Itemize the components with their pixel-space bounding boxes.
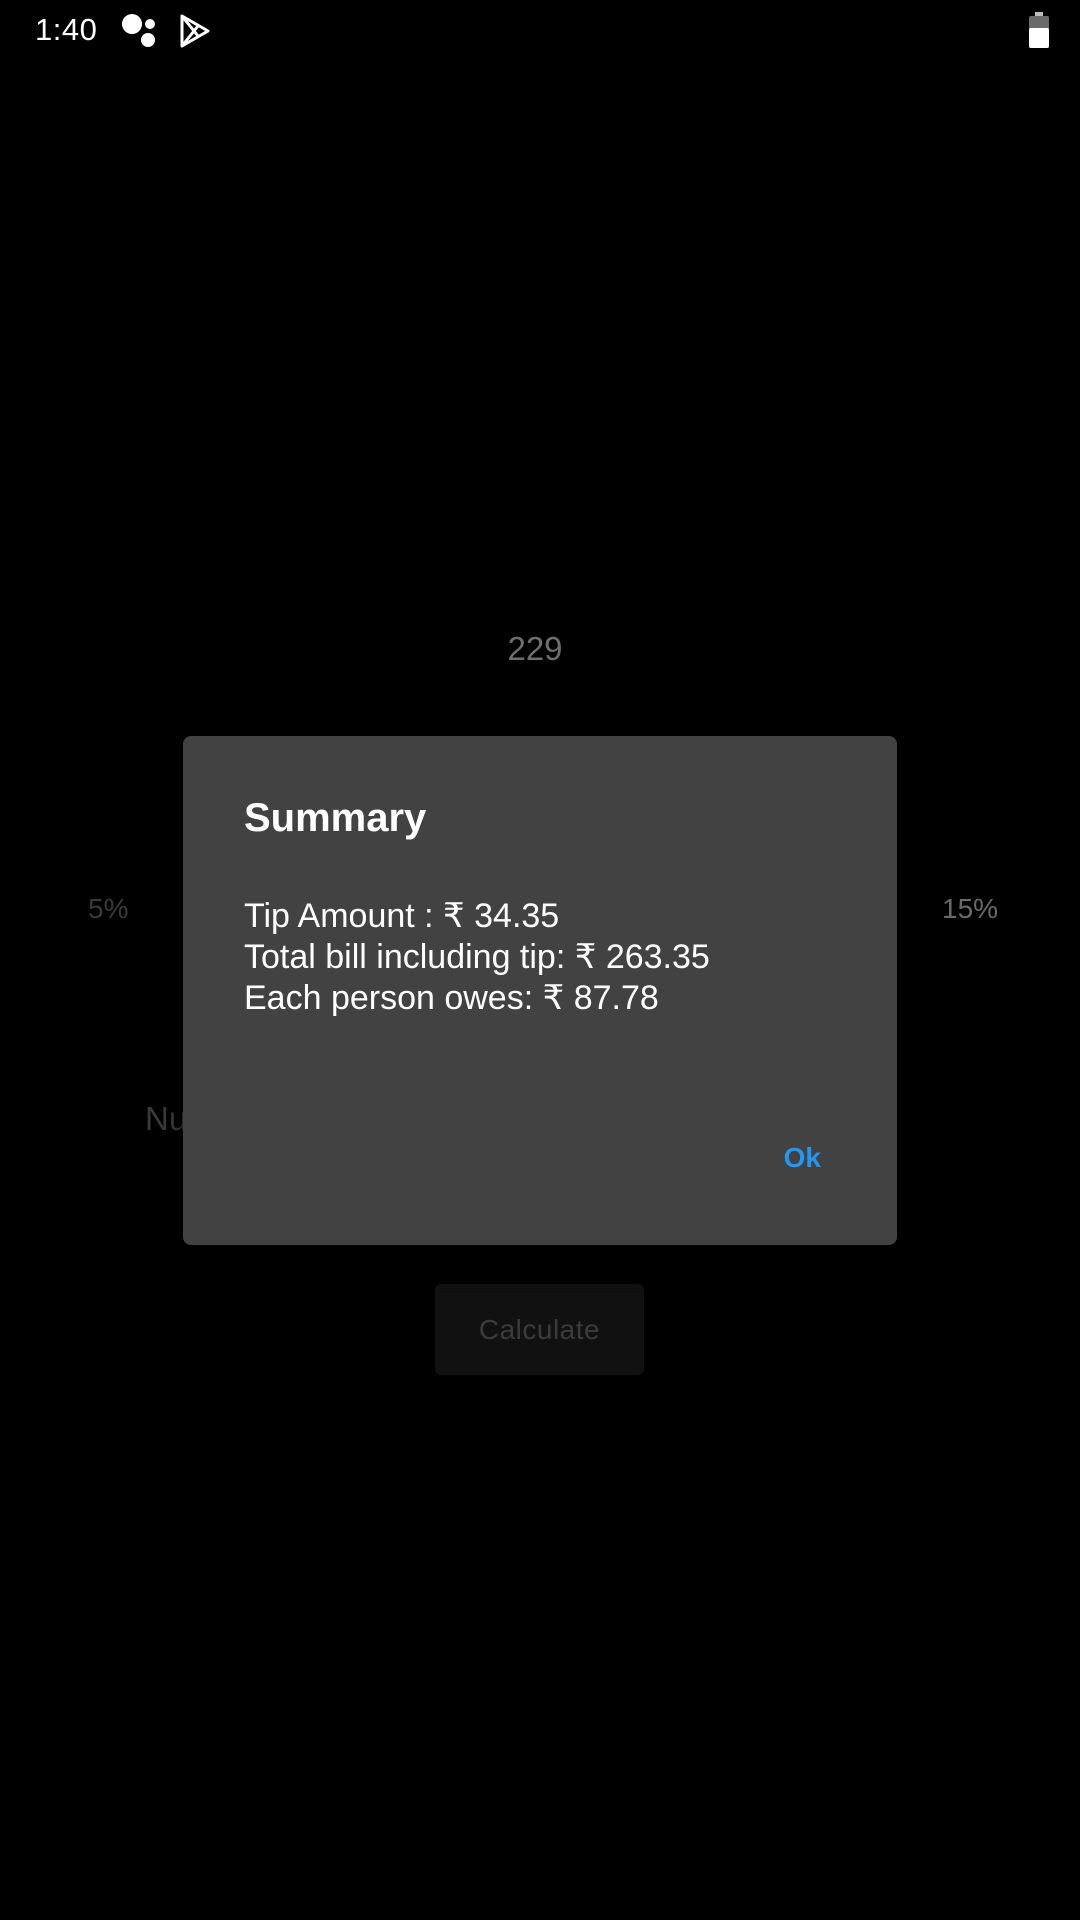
assistant-icon — [122, 14, 155, 47]
tip-amount-text: Tip Amount : ₹ 34.35 — [244, 897, 560, 935]
status-bar: 1:40 — [0, 0, 1080, 62]
bill-amount-value: 229 — [507, 630, 563, 667]
play-store-icon — [180, 14, 210, 48]
status-time: 1:40 — [35, 12, 98, 47]
calculate-button[interactable]: Calculate — [435, 1284, 644, 1375]
number-of-people-label: Nu — [145, 1100, 188, 1137]
ok-button[interactable]: Ok — [778, 1136, 827, 1180]
summary-dialog: Summary Tip Amount : ₹ 34.35 Total bill … — [183, 736, 897, 1245]
screen: 1:40 229 5% 15% Nu Calculate Summary Tip… — [0, 0, 1080, 1920]
battery-icon — [1029, 12, 1049, 48]
tip-min-label: 5% — [88, 893, 129, 924]
dialog-body: Tip Amount : ₹ 34.35 Total bill includin… — [244, 896, 864, 1019]
total-bill-text: Total bill including tip: ₹ 263.35 — [244, 938, 710, 976]
tip-max-label: 15% — [942, 893, 999, 924]
dialog-title: Summary — [244, 796, 427, 840]
per-person-text: Each person owes: ₹ 87.78 — [244, 979, 659, 1017]
